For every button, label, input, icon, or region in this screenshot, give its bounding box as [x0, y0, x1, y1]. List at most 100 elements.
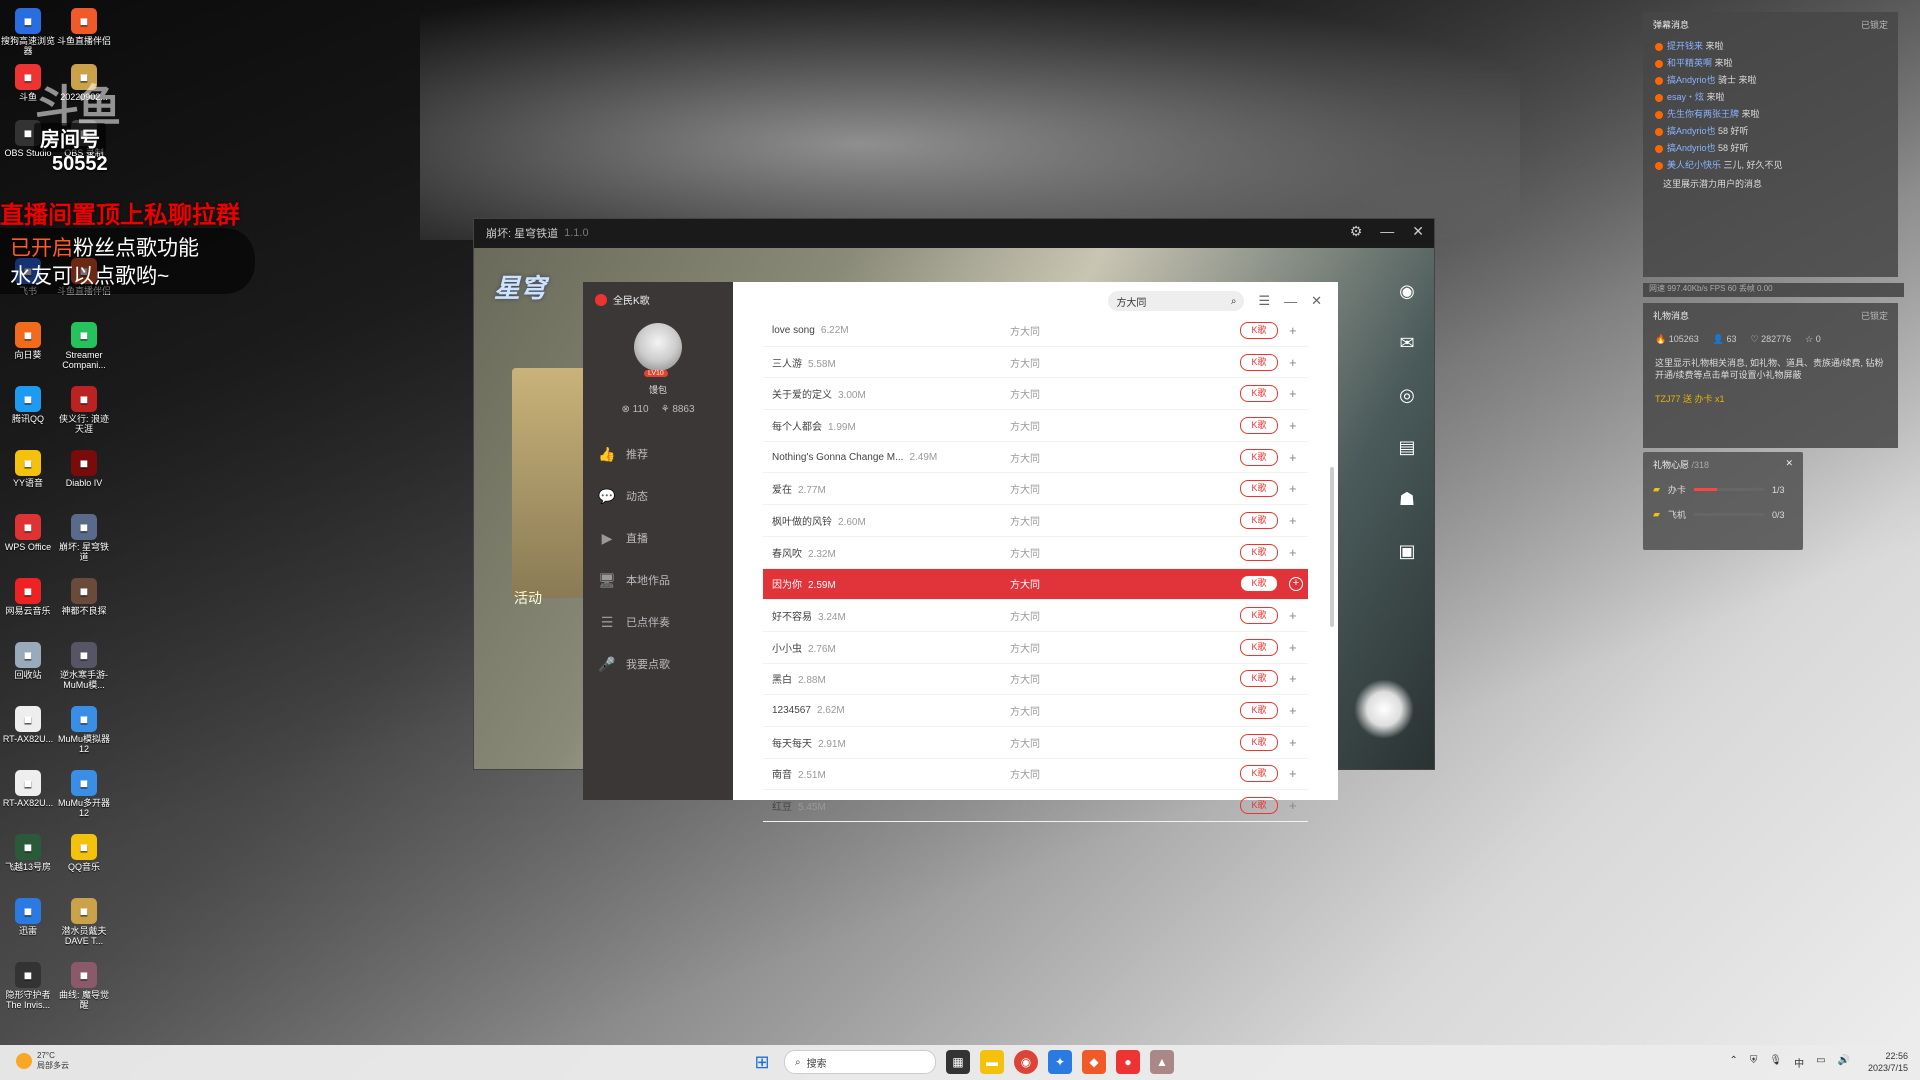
song-row[interactable]: Nothing's Gonna Change M... 2.49M 方大同 K歌 +: [763, 442, 1308, 474]
microphone-icon[interactable]: 🎙: [1769, 1055, 1782, 1070]
danmu-user[interactable]: 美人纪小快乐: [1667, 160, 1721, 170]
desktop-icon[interactable]: ■ 回收站: [0, 642, 56, 680]
add-icon[interactable]: +: [1289, 576, 1303, 591]
desktop-icon[interactable]: ■ 向日葵: [0, 322, 56, 360]
k-song-button[interactable]: K歌: [1240, 702, 1278, 720]
desktop-icon[interactable]: ■ 崩坏: 星穹铁道: [56, 514, 112, 562]
avatar[interactable]: LV10: [634, 323, 682, 377]
desktop-icon[interactable]: ■ 隐形守护者 The Invis...: [0, 962, 56, 1010]
desktop-icon[interactable]: ■ WPS Office: [0, 514, 56, 552]
danmu-user[interactable]: 搞Andyrio也: [1667, 75, 1716, 85]
song-row[interactable]: 每个人都会 1.99M 方大同 K歌 +: [763, 410, 1308, 442]
k-song-button[interactable]: K歌: [1240, 448, 1278, 466]
weather-widget[interactable]: 27°C 局部多云: [16, 1051, 69, 1071]
douyu-icon[interactable]: ◆: [1082, 1050, 1106, 1074]
k-song-button[interactable]: K歌: [1240, 638, 1278, 656]
add-icon[interactable]: +: [1289, 355, 1297, 370]
song-row[interactable]: 每天每天 2.91M 方大同 K歌 +: [763, 727, 1308, 759]
game-taskbar-icon[interactable]: ▲: [1150, 1050, 1174, 1074]
nav-item[interactable]: 🖥 本地作品: [583, 559, 733, 601]
k-song-button[interactable]: K歌: [1240, 543, 1278, 561]
add-icon[interactable]: +: [1289, 450, 1297, 465]
add-icon[interactable]: +: [1289, 766, 1297, 781]
danmu-user[interactable]: esay・炫: [1667, 92, 1704, 102]
add-icon[interactable]: +: [1289, 481, 1297, 496]
desktop-icon[interactable]: ■ 侠义行: 浪迹天涯: [56, 386, 112, 434]
song-row[interactable]: 南音 2.51M 方大同 K歌 +: [763, 759, 1308, 791]
network-icon[interactable]: ▭: [1816, 1055, 1825, 1070]
desktop-icon[interactable]: ■ RT-AX82U...: [0, 770, 56, 808]
desktop-icon[interactable]: ■ 曲线: 魔导觉醒: [56, 962, 112, 1010]
song-row[interactable]: 爱在 2.77M 方大同 K歌 +: [763, 473, 1308, 506]
song-row[interactable]: 春风吹 2.32M 方大同 K歌 +: [763, 537, 1308, 569]
file-explorer-icon[interactable]: ▬: [980, 1050, 1004, 1074]
nav-item[interactable]: ▶ 直播: [583, 517, 733, 559]
add-icon[interactable]: +: [1289, 513, 1297, 528]
book-icon[interactable]: ▤: [1394, 434, 1420, 460]
k-song-button[interactable]: K歌: [1240, 511, 1278, 529]
desktop-icon[interactable]: ■ 迅雷: [0, 898, 56, 936]
add-icon[interactable]: +: [1289, 735, 1297, 750]
k-song-button[interactable]: K歌: [1240, 607, 1278, 625]
ime-indicator[interactable]: 中: [1794, 1055, 1804, 1070]
song-list-scrollbar[interactable]: [1330, 467, 1334, 627]
k-song-button[interactable]: K歌: [1240, 575, 1278, 593]
song-row[interactable]: 小小虫 2.76M 方大同 K歌 +: [763, 632, 1308, 664]
gift-lock[interactable]: 已锁定: [1861, 309, 1888, 322]
shield-icon[interactable]: ⛨: [1750, 1055, 1758, 1070]
k-song-button[interactable]: K歌: [1240, 797, 1278, 815]
desktop-icon[interactable]: ■ 网易云音乐: [0, 578, 56, 616]
search-icon[interactable]: ⌕: [1231, 296, 1237, 307]
chevron-up-icon[interactable]: ⌃: [1730, 1055, 1738, 1070]
k-song-button[interactable]: K歌: [1240, 733, 1278, 751]
desktop-icon[interactable]: ■ MuMu模拟器12: [56, 706, 112, 754]
desktop-icon[interactable]: ■ 逆水寒手游-MuMu模...: [56, 642, 112, 690]
song-row[interactable]: 三人游 5.58M 方大同 K歌 +: [763, 347, 1308, 379]
wechat-icon[interactable]: ✉: [1394, 330, 1420, 356]
add-icon[interactable]: +: [1289, 545, 1297, 560]
desktop-icon[interactable]: ■ 神都不良探: [56, 578, 112, 616]
song-row[interactable]: 好不容易 3.24M 方大同 K歌 +: [763, 600, 1308, 632]
ktv-taskbar-icon[interactable]: ●: [1116, 1050, 1140, 1074]
desktop-icon[interactable]: ■ RT-AX82U...: [0, 706, 56, 744]
task-view-icon[interactable]: ▦: [946, 1050, 970, 1074]
add-icon[interactable]: +: [1289, 323, 1297, 338]
nav-item[interactable]: 💬 动态: [583, 475, 733, 517]
desktop-icon[interactable]: ■ Diablo IV: [56, 450, 112, 488]
song-row[interactable]: 黑白 2.88M 方大同 K歌 +: [763, 664, 1308, 696]
song-row[interactable]: 红豆 5.45M 方大同 K歌 +: [763, 790, 1308, 822]
close-icon[interactable]: ✕: [1785, 458, 1793, 471]
desktop-icon[interactable]: ■ 搜狗高速浏览器: [0, 8, 56, 56]
desktop-icon[interactable]: ■ 斗鱼直播伴侣: [56, 8, 112, 46]
minimize-icon[interactable]: —: [1284, 294, 1297, 309]
qq-icon[interactable]: ☗: [1394, 486, 1420, 512]
desktop-icon[interactable]: ■ 腾讯QQ: [0, 386, 56, 424]
k-song-button[interactable]: K歌: [1240, 321, 1278, 339]
minimize-icon[interactable]: —: [1380, 223, 1394, 240]
danmu-user[interactable]: 搞Andyrio也: [1667, 126, 1716, 136]
danmu-user[interactable]: 和平精英啊: [1667, 58, 1712, 68]
k-song-button[interactable]: K歌: [1240, 670, 1278, 688]
desktop-icon[interactable]: ■ MuMu多开器12: [56, 770, 112, 818]
hoyolab-icon[interactable]: ◉: [1394, 278, 1420, 304]
desktop-icon[interactable]: ■ Streamer Compani...: [56, 322, 112, 370]
danmu-lock[interactable]: 已锁定: [1861, 18, 1888, 31]
nav-item[interactable]: ☰ 已点伴奏: [583, 601, 733, 643]
k-song-button[interactable]: K歌: [1240, 416, 1278, 434]
settings-gear-icon[interactable]: ⚙: [1350, 223, 1363, 240]
song-row[interactable]: 因为你 2.59M 方大同 K歌 +: [763, 568, 1308, 601]
add-icon[interactable]: +: [1289, 608, 1297, 623]
desktop-icon[interactable]: ■ YY语音: [0, 450, 56, 488]
clock[interactable]: 22:56 2023/7/15: [1868, 1050, 1908, 1074]
add-icon[interactable]: +: [1289, 640, 1297, 655]
desktop-icon[interactable]: ■ 潜水员戴夫 DAVE T...: [56, 898, 112, 946]
xunlei-icon[interactable]: ✦: [1048, 1050, 1072, 1074]
k-song-button[interactable]: K歌: [1240, 480, 1278, 498]
danmu-user[interactable]: 提开钱来: [1667, 41, 1703, 51]
k-song-button[interactable]: K歌: [1240, 765, 1278, 783]
close-icon[interactable]: ✕: [1311, 293, 1322, 309]
song-row[interactable]: 枫叶做的风铃 2.60M 方大同 K歌 +: [763, 505, 1308, 537]
search-input[interactable]: 方大同 ⌕: [1108, 291, 1245, 311]
song-row[interactable]: 关于爱的定义 3.00M 方大同 K歌 +: [763, 378, 1308, 411]
song-row[interactable]: 1234567 2.62M 方大同 K歌 +: [763, 695, 1308, 727]
